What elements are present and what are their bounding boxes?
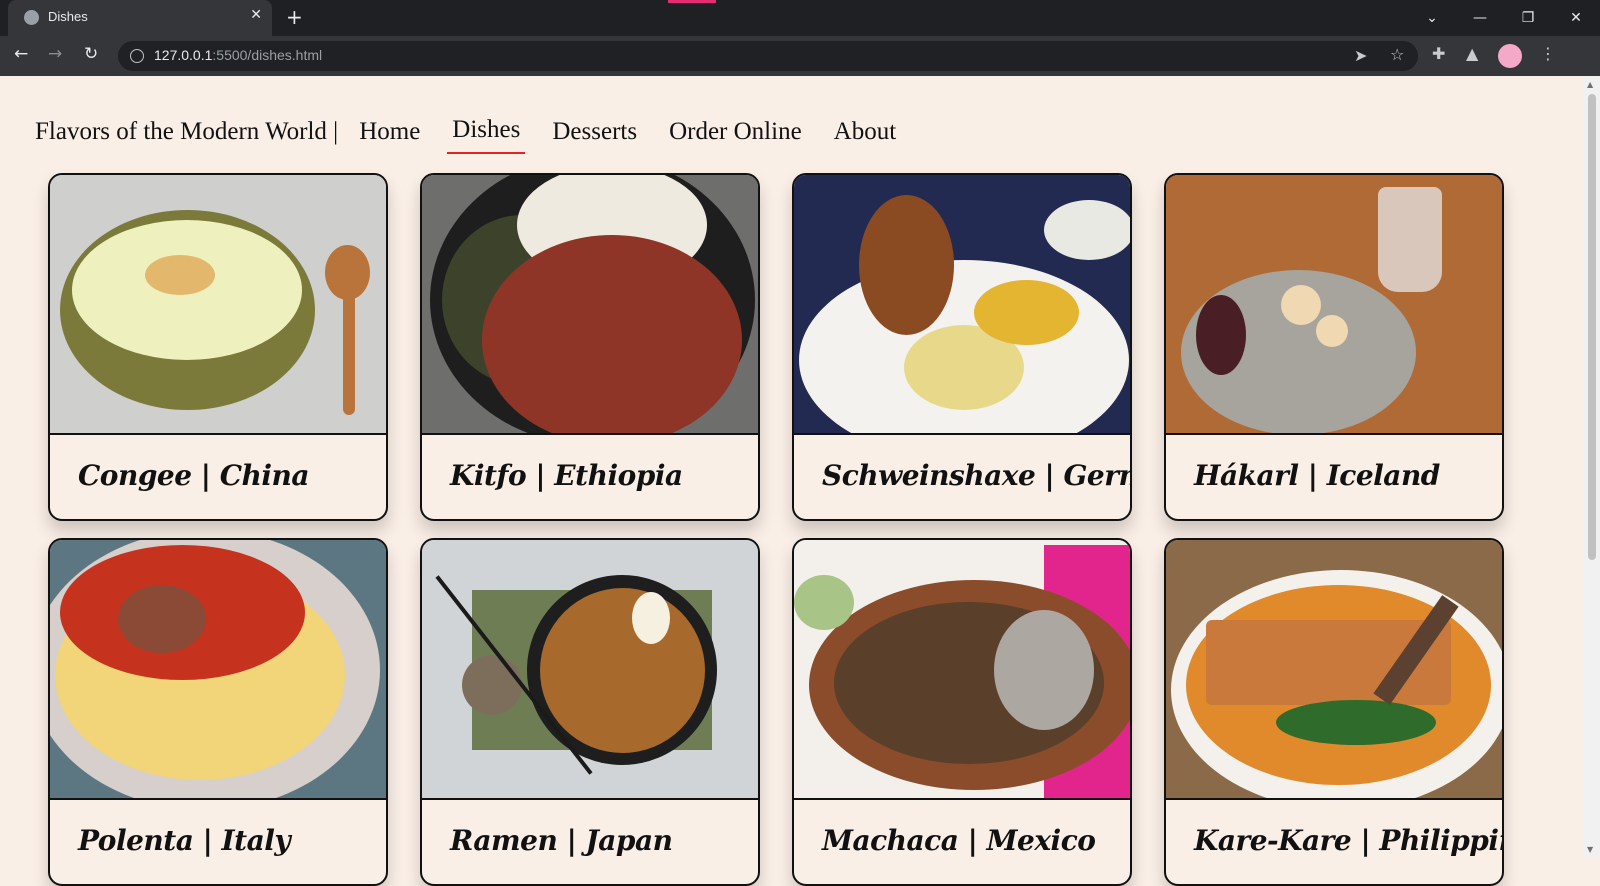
tab-strip-accent bbox=[668, 0, 716, 3]
dish-image-kitfo bbox=[422, 175, 758, 435]
address-bar[interactable]: 127.0.0.1:5500/dishes.html ➤ ☆ bbox=[118, 41, 1418, 71]
dish-title: Schweinshaxe | Germany bbox=[822, 459, 1130, 492]
tab-search-icon[interactable]: ⌄ bbox=[1408, 0, 1456, 36]
site-info-icon[interactable] bbox=[130, 49, 144, 63]
new-tab-icon[interactable]: + bbox=[286, 5, 303, 29]
bookmark-star-icon[interactable]: ☆ bbox=[1390, 45, 1404, 64]
dish-title: Hákarl | Iceland bbox=[1194, 459, 1440, 492]
scroll-down-icon[interactable]: ▼ bbox=[1587, 845, 1593, 854]
scroll-up-icon[interactable]: ▲ bbox=[1587, 80, 1593, 89]
page-scrollbar[interactable]: ▲ ▼ bbox=[1584, 76, 1600, 858]
dish-card-machaca[interactable]: Machaca | Mexico bbox=[792, 538, 1132, 886]
dish-title: Polenta | Italy bbox=[78, 824, 291, 857]
dish-card-kare-kare[interactable]: Kare-Kare | Philippines bbox=[1164, 538, 1504, 886]
dish-image-machaca bbox=[794, 540, 1130, 800]
nav-desserts[interactable]: Desserts bbox=[547, 118, 642, 154]
menu-kebab-icon[interactable]: ⋮ bbox=[1540, 44, 1556, 63]
dish-card-ramen[interactable]: Ramen | Japan bbox=[420, 538, 760, 886]
forward-icon[interactable]: → bbox=[48, 44, 62, 64]
dish-card-hakarl[interactable]: Hákarl | Iceland bbox=[1164, 173, 1504, 521]
restore-icon[interactable]: ❐ bbox=[1504, 0, 1552, 36]
dish-title: Ramen | Japan bbox=[450, 824, 673, 857]
reload-icon[interactable]: ↻ bbox=[84, 44, 98, 64]
url-host: 127.0.0.1 bbox=[154, 47, 213, 63]
dish-image-ramen bbox=[422, 540, 758, 800]
dish-title: Kitfo | Ethiopia bbox=[450, 459, 683, 492]
globe-icon bbox=[24, 10, 39, 25]
dish-card-congee[interactable]: Congee | China bbox=[48, 173, 388, 521]
profile-avatar[interactable] bbox=[1498, 44, 1522, 68]
dish-title: Machaca | Mexico bbox=[822, 824, 1096, 857]
minimize-icon[interactable]: — bbox=[1456, 0, 1504, 36]
dish-image-congee bbox=[50, 175, 386, 435]
dish-image-schweinshaxe bbox=[794, 175, 1130, 435]
scrollbar-thumb[interactable] bbox=[1588, 94, 1596, 560]
dish-image-hakarl bbox=[1166, 175, 1502, 435]
nav-order-online[interactable]: Order Online bbox=[664, 118, 807, 154]
labs-flask-icon[interactable]: ▲ bbox=[1466, 44, 1478, 63]
dish-image-polenta bbox=[50, 540, 386, 800]
nav-dishes[interactable]: Dishes bbox=[447, 116, 526, 154]
back-icon[interactable]: ← bbox=[14, 44, 28, 64]
url-text: 127.0.0.1:5500/dishes.html bbox=[154, 47, 322, 63]
nav-about[interactable]: About bbox=[829, 118, 902, 154]
dish-title: Kare-Kare | Philippines bbox=[1194, 824, 1502, 857]
dish-card-schweinshaxe[interactable]: Schweinshaxe | Germany bbox=[792, 173, 1132, 521]
extensions-icon[interactable]: ✚ bbox=[1432, 44, 1445, 63]
browser-tab[interactable]: Dishes ✕ bbox=[8, 0, 272, 36]
browser-tab-strip: Dishes ✕ + ⌄ — ❐ ✕ bbox=[0, 0, 1600, 36]
site-brand: Flavors of the Modern World | bbox=[35, 118, 339, 145]
site-nav: Flavors of the Modern World | Home Dishe… bbox=[35, 108, 923, 154]
url-path: :5500/dishes.html bbox=[212, 47, 323, 63]
browser-toolbar: ← → ↻ 127.0.0.1:5500/dishes.html ➤ ☆ ✚ ▲… bbox=[0, 36, 1600, 76]
dish-card-polenta[interactable]: Polenta | Italy bbox=[48, 538, 388, 886]
dish-title: Congee | China bbox=[78, 459, 310, 492]
dish-image-kare-kare bbox=[1166, 540, 1502, 800]
send-icon[interactable]: ➤ bbox=[1354, 46, 1367, 65]
nav-home[interactable]: Home bbox=[354, 118, 425, 154]
dish-card-kitfo[interactable]: Kitfo | Ethiopia bbox=[420, 173, 760, 521]
window-controls: ⌄ — ❐ ✕ bbox=[1408, 0, 1600, 36]
close-tab-icon[interactable]: ✕ bbox=[250, 7, 262, 23]
close-window-icon[interactable]: ✕ bbox=[1552, 0, 1600, 36]
tab-title: Dishes bbox=[48, 9, 88, 24]
